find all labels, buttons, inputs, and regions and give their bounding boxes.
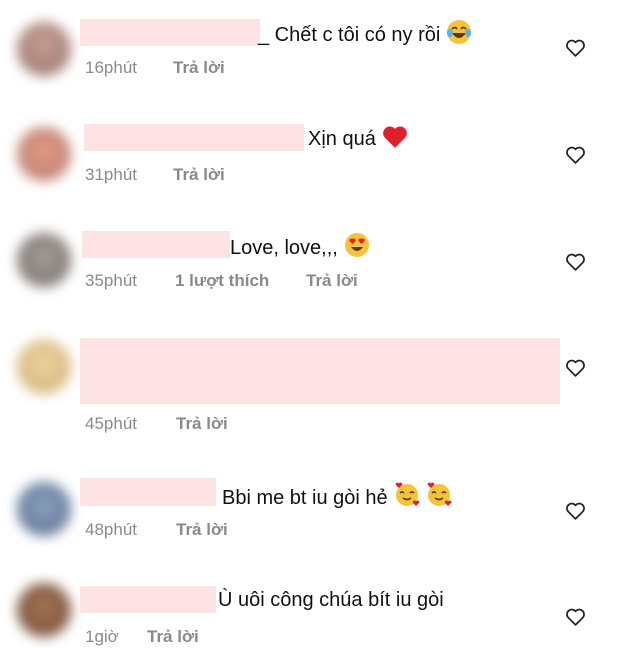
redacted-username[interactable]: [80, 19, 260, 46]
laughing-tears-emoji-icon: [447, 20, 472, 44]
comment-time: 35phút: [85, 271, 137, 290]
comment-time: 31phút: [85, 165, 137, 184]
comment-text-content: Love, love,,,: [230, 237, 338, 259]
comment-time: 16phút: [85, 58, 137, 77]
smiling-hearts-emoji-icon: [427, 482, 451, 506]
avatar[interactable]: [17, 482, 71, 536]
comment-time: 1giờ: [85, 627, 119, 646]
comment-time: 45phút: [85, 414, 137, 433]
reply-button[interactable]: Trả lời: [147, 627, 199, 647]
reply-button[interactable]: Trả lời: [173, 165, 225, 185]
heart-eyes-emoji-icon: [344, 233, 369, 257]
redacted-username[interactable]: [84, 124, 304, 151]
comment-text: Ù uôi công chúa bít iu gòi: [218, 588, 444, 612]
avatar[interactable]: [17, 127, 71, 181]
avatar[interactable]: [17, 340, 71, 394]
avatar[interactable]: [17, 233, 71, 287]
avatar[interactable]: [17, 22, 71, 76]
like-heart-icon[interactable]: [565, 145, 586, 165]
redacted-username[interactable]: [80, 586, 216, 613]
redacted-username[interactable]: [82, 231, 230, 258]
like-heart-icon[interactable]: [565, 607, 586, 627]
smiling-hearts-emoji-icon: [395, 482, 419, 506]
reply-button[interactable]: Trả lời: [176, 414, 228, 434]
comment-text: Xịn quá: [308, 125, 408, 151]
like-heart-icon[interactable]: [565, 38, 586, 58]
like-heart-icon[interactable]: [565, 501, 586, 521]
redacted-username[interactable]: [80, 478, 216, 506]
redacted-comment: [80, 338, 560, 404]
reply-button[interactable]: Trả lời: [173, 58, 225, 78]
comment-text-content: Bbi me bt iu gòi hẻ: [222, 487, 388, 509]
comment-text-content: Xịn quá: [308, 128, 376, 150]
reply-button[interactable]: Trả lời: [176, 520, 228, 540]
like-heart-icon[interactable]: [565, 358, 586, 378]
reply-button[interactable]: Trả lời: [306, 271, 358, 291]
like-heart-icon[interactable]: [565, 252, 586, 272]
comment-text: _ Chết c tôi có ny rồi: [258, 19, 472, 47]
likes-count[interactable]: 1 lượt thích: [175, 271, 269, 291]
comment-time: 48phút: [85, 520, 137, 539]
comment-text-content: _ Chết c tôi có ny rồi: [258, 24, 441, 46]
red-heart-emoji-icon: [382, 126, 407, 148]
comment-text-content: Ù uôi công chúa bít iu gòi: [218, 589, 444, 611]
avatar[interactable]: [17, 583, 71, 637]
comment-text: Bbi me bt iu gòi hẻ: [222, 482, 452, 510]
comment-text: Love, love,,,: [230, 232, 370, 260]
